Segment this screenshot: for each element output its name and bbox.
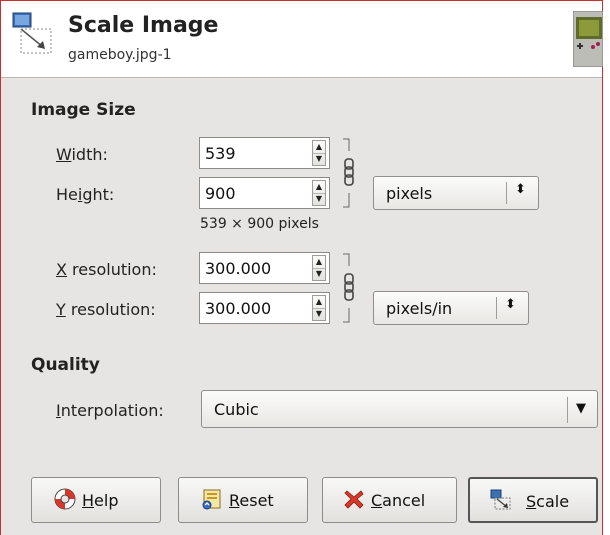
width-value: 539 xyxy=(205,144,236,163)
cancel-button[interactable]: Cancel xyxy=(322,477,457,523)
height-label: Height: xyxy=(56,185,115,204)
chevron-down-icon: ▼ xyxy=(576,401,586,416)
height-spinbutton[interactable]: 900 ▲ ▼ xyxy=(199,177,330,209)
scale-image-icon xyxy=(11,11,57,57)
x-resolution-spinbutton[interactable]: 300.000 ▲ ▼ xyxy=(199,252,330,284)
y-resolution-label: Y resolution: xyxy=(56,300,156,319)
dialog-title: Scale Image xyxy=(68,13,219,38)
width-label: Width: xyxy=(56,145,108,164)
scale-icon xyxy=(490,489,512,511)
help-button[interactable]: Help xyxy=(31,477,161,523)
x-resolution-value: 300.000 xyxy=(205,259,272,278)
dialog-header: Scale Image gameboy.jpg-1 xyxy=(1,1,603,78)
cancel-x-icon xyxy=(343,488,365,510)
image-size-heading: Image Size xyxy=(31,100,136,120)
size-unit-dropdown[interactable]: pixels ⬍ xyxy=(373,176,539,210)
reset-button-label: Reset xyxy=(229,491,274,510)
width-spinbutton[interactable]: 539 ▲ ▼ xyxy=(199,137,330,169)
scale-button-label: Scale xyxy=(526,492,570,511)
y-resolution-value: 300.000 xyxy=(205,299,272,318)
updown-arrow-icon: ⬍ xyxy=(505,297,516,312)
y-resolution-decrement-button[interactable]: ▼ xyxy=(313,308,325,320)
gameboy-thumbnail-icon xyxy=(573,11,603,67)
resolution-unit-value: pixels/in xyxy=(386,299,453,318)
height-value: 900 xyxy=(205,184,236,203)
resolution-unit-dropdown[interactable]: pixels/in ⬍ xyxy=(373,291,529,325)
chain-link-icon[interactable] xyxy=(341,252,355,324)
reset-icon xyxy=(201,488,223,510)
quality-heading: Quality xyxy=(31,355,100,375)
size-unit-value: pixels xyxy=(386,184,433,203)
reset-button[interactable]: Reset xyxy=(178,477,308,523)
chain-link-icon[interactable] xyxy=(341,137,355,209)
width-decrement-button[interactable]: ▼ xyxy=(313,153,325,165)
interpolation-label: Interpolation: xyxy=(56,401,164,420)
height-decrement-button[interactable]: ▼ xyxy=(313,193,325,205)
help-button-label: Help xyxy=(82,491,119,510)
x-resolution-label: X resolution: xyxy=(56,260,157,279)
y-resolution-spinbutton[interactable]: 300.000 ▲ ▼ xyxy=(199,292,330,324)
scale-button[interactable]: Scale xyxy=(468,477,598,523)
image-name: gameboy.jpg-1 xyxy=(68,47,172,63)
lifebuoy-icon xyxy=(54,488,76,510)
interpolation-dropdown[interactable]: Cubic ▼ xyxy=(201,390,598,428)
cancel-button-label: Cancel xyxy=(371,491,426,510)
scale-image-dialog: Scale Image gameboy.jpg-1 Image Size Wid… xyxy=(0,0,603,535)
updown-arrow-icon: ⬍ xyxy=(515,182,526,197)
size-summary: 539 × 900 pixels xyxy=(200,216,319,232)
x-resolution-decrement-button[interactable]: ▼ xyxy=(313,268,325,280)
interpolation-value: Cubic xyxy=(214,400,259,419)
